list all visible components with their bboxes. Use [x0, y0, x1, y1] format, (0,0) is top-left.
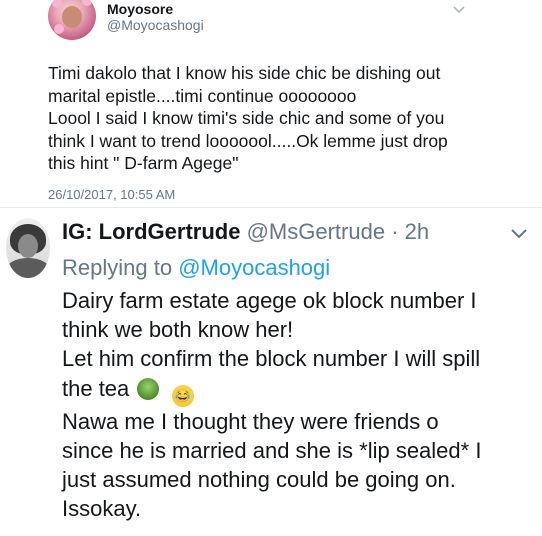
tweet-line: Loool I said I know timi's side chic and…: [48, 108, 445, 128]
display-name[interactable]: Moyosore: [107, 1, 173, 17]
chevron-down-icon[interactable]: [452, 4, 466, 16]
tweet-line: the tea: [62, 375, 130, 401]
avatar[interactable]: [6, 218, 50, 278]
tweet-line: Issokay.: [62, 496, 142, 522]
reply-header: IG: LordGertrude @MsGertrude · 2h: [62, 218, 429, 246]
laughing-emoji: 😂: [171, 384, 194, 407]
user-handle[interactable]: @MsGertrude: [247, 219, 385, 244]
tweet-age[interactable]: 2h: [405, 219, 429, 244]
divider: [0, 207, 542, 208]
tweet-text: Timi dakolo that I know his side chic be…: [48, 62, 478, 175]
replying-to-label: Replying to: [62, 255, 173, 280]
tweet-line: just assumed nothing could be going on.: [62, 467, 456, 493]
reply-text: Dairy farm estate agege ok block number …: [62, 286, 537, 523]
original-tweet: Moyosore @Moyocashogi Timi dakolo that I…: [0, 0, 542, 204]
tweet-line: Nawa me I thought they were friends o: [62, 408, 439, 434]
tweet-line: think I want to trend looooool.....Ok le…: [48, 130, 448, 151]
mention-link[interactable]: @Moyocashogi: [178, 255, 330, 280]
avatar[interactable]: [48, 0, 96, 40]
tweet-line: this hint " D-farm Agege": [48, 153, 239, 173]
tweet-line: Timi dakolo that I know his side chic be…: [48, 63, 441, 83]
chevron-down-icon[interactable]: [510, 228, 528, 240]
tweet-line: marital epistle....timi continue ooooooo…: [48, 85, 357, 106]
tweet-line-with-emoji: the tea 😂: [62, 374, 537, 407]
replying-to: Replying to @Moyocashogi: [62, 254, 330, 282]
tweet-line: since he is married and she is *lip seal…: [62, 437, 482, 463]
timestamp[interactable]: 26/10/2017, 10:55 AM: [48, 187, 175, 202]
tweet-line: Let him confirm the block number I will …: [62, 346, 481, 372]
tweet-line: think we both know her!: [62, 317, 294, 343]
user-handle[interactable]: @Moyocashogi: [107, 17, 204, 33]
tea-emoji: [137, 377, 160, 400]
tweet-line: Dairy farm estate agege ok block number …: [62, 288, 477, 313]
separator-dot: ·: [391, 219, 399, 244]
display-name[interactable]: IG: LordGertrude: [62, 219, 240, 244]
